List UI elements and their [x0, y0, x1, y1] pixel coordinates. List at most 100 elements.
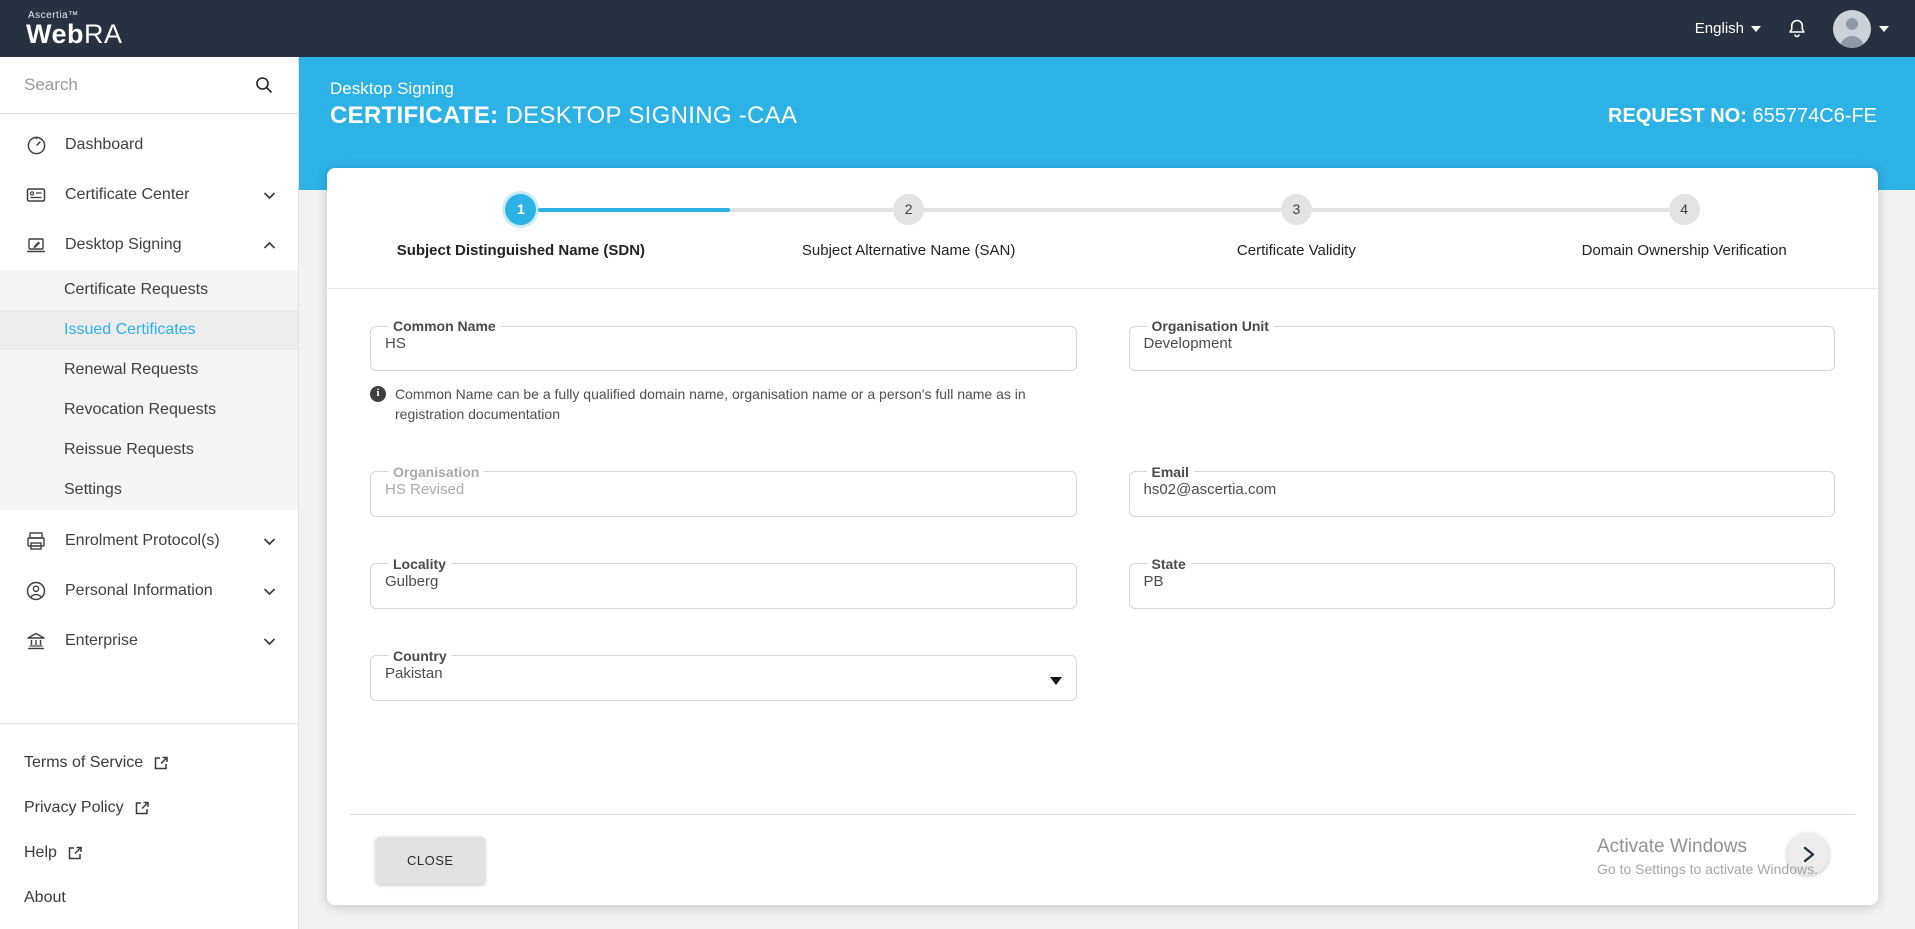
sidebar-item-label: Enterprise	[65, 632, 138, 649]
notifications-button[interactable]	[1785, 17, 1809, 41]
user-icon	[1840, 17, 1864, 48]
sidebar-item-desktop-signing[interactable]: Desktop Signing	[0, 220, 298, 270]
submenu-item-certificate-requests[interactable]: Certificate Requests	[0, 270, 298, 310]
chevron-down-icon	[263, 637, 276, 646]
link-privacy-policy[interactable]: Privacy Policy	[0, 785, 298, 830]
chevron-down-icon	[263, 587, 276, 596]
external-link-icon	[154, 756, 168, 769]
submenu-item-reissue-requests[interactable]: Reissue Requests	[0, 430, 298, 470]
page-title: CERTIFICATE: DESKTOP SIGNING -CAA	[330, 102, 798, 129]
sidebar-item-enrolment-protocols[interactable]: Enrolment Protocol(s)	[0, 516, 298, 566]
state-input[interactable]	[1143, 570, 1820, 590]
step-number: 3	[1280, 194, 1312, 225]
chevron-down-icon	[1751, 25, 1761, 32]
user-menu[interactable]	[1833, 9, 1889, 48]
sidebar-footer: Terms of Service Privacy Policy Help Abo…	[0, 723, 298, 920]
chevron-down-icon	[263, 191, 276, 200]
desktop-signing-icon	[24, 234, 48, 256]
field-label: Common Name	[393, 318, 496, 334]
email-field: Email	[1128, 463, 1835, 517]
language-selector[interactable]: English	[1695, 20, 1761, 37]
brand-name: WebRA	[26, 19, 123, 49]
field-label: Country	[393, 647, 447, 664]
external-link-icon	[68, 846, 82, 859]
step-number: 1	[505, 194, 537, 225]
field-label: Organisation Unit	[1151, 318, 1269, 334]
country-select[interactable]	[385, 662, 1062, 682]
external-link-icon	[135, 801, 149, 814]
main-content: Desktop Signing CERTIFICATE: DESKTOP SIG…	[299, 57, 1915, 929]
sidebar-item-label: Enrolment Protocol(s)	[65, 532, 220, 549]
brand-company: Ascertia™	[28, 10, 79, 21]
step-certificate-validity[interactable]: 3 Certificate Validity	[1103, 168, 1491, 259]
sidebar-item-dashboard[interactable]: Dashboard	[0, 120, 298, 170]
submenu-item-issued-certificates[interactable]: Issued Certificates	[0, 310, 298, 350]
sidebar-item-label: Desktop Signing	[65, 236, 182, 253]
wizard-stepper: 1 Subject Distinguished Name (SDN) 2 Sub…	[327, 168, 1878, 289]
certificate-icon	[24, 184, 48, 206]
step-domain-ownership[interactable]: 4 Domain Ownership Verification	[1490, 168, 1878, 259]
organisation-unit-field: Organisation Unit	[1128, 318, 1835, 371]
common-name-input[interactable]	[385, 333, 1062, 352]
chevron-up-icon	[263, 241, 276, 250]
state-field: State	[1128, 555, 1835, 609]
chevron-right-icon	[1803, 846, 1814, 862]
desktop-signing-submenu: Certificate Requests Issued Certificates…	[0, 270, 298, 510]
wizard-card: 1 Subject Distinguished Name (SDN) 2 Sub…	[327, 168, 1878, 905]
person-icon	[24, 580, 48, 602]
submenu-item-revocation-requests[interactable]: Revocation Requests	[0, 390, 298, 430]
sdn-form: Common Name i Common Name can be a fully…	[327, 289, 1878, 741]
organisation-field: Organisation	[370, 463, 1077, 517]
sidebar-item-label: Certificate Center	[65, 186, 190, 203]
bell-icon	[1789, 19, 1805, 37]
field-label: Organisation	[393, 463, 480, 480]
wizard-footer: CLOSE	[350, 814, 1855, 905]
close-button[interactable]: CLOSE	[376, 837, 485, 884]
sidebar-item-enterprise[interactable]: Enterprise	[0, 616, 298, 666]
search-icon[interactable]	[254, 75, 274, 95]
link-about[interactable]: About	[0, 875, 298, 920]
step-san[interactable]: 2 Subject Alternative Name (SAN)	[715, 168, 1103, 259]
sidebar-item-label: Dashboard	[65, 136, 144, 153]
submenu-item-renewal-requests[interactable]: Renewal Requests	[0, 350, 298, 390]
enterprise-icon	[24, 630, 48, 652]
next-button[interactable]	[1787, 833, 1829, 875]
info-icon: i	[370, 386, 386, 402]
sidebar-item-personal-information[interactable]: Personal Information	[0, 566, 298, 616]
sidebar-search	[0, 57, 298, 114]
enrolment-protocol-icon	[24, 530, 48, 552]
step-number: 4	[1668, 194, 1700, 225]
link-terms-of-service[interactable]: Terms of Service	[0, 740, 298, 785]
email-input[interactable]	[1143, 478, 1820, 498]
field-label: Email	[1151, 463, 1189, 480]
step-label: Domain Ownership Verification	[1581, 242, 1787, 259]
app-logo: Ascertia™ WebRA	[26, 11, 123, 48]
link-help[interactable]: Help	[0, 830, 298, 875]
country-field: Country	[370, 647, 1077, 701]
request-number: REQUEST NO: 655774C6-FE	[1608, 105, 1877, 127]
dropdown-arrow-icon[interactable]	[1049, 676, 1062, 685]
submenu-item-settings[interactable]: Settings	[0, 470, 298, 510]
field-label: Locality	[393, 555, 446, 572]
step-label: Certificate Validity	[1236, 242, 1356, 259]
breadcrumb: Desktop Signing	[330, 79, 454, 98]
organisation-input	[385, 478, 1062, 498]
step-sdn[interactable]: 1 Subject Distinguished Name (SDN)	[327, 168, 715, 259]
locality-input[interactable]	[385, 570, 1062, 590]
step-label: Subject Alternative Name (SAN)	[801, 242, 1016, 259]
search-input[interactable]	[24, 75, 254, 95]
sidebar-item-label: Personal Information	[65, 582, 213, 599]
field-label: State	[1151, 555, 1186, 572]
top-bar: Ascertia™ WebRA English	[0, 0, 1915, 57]
sidebar-item-certificate-center[interactable]: Certificate Center	[0, 170, 298, 220]
language-label: English	[1694, 20, 1744, 37]
common-name-hint: i Common Name can be a fully qualified d…	[370, 384, 1034, 425]
step-number: 2	[893, 194, 925, 225]
chevron-down-icon	[1879, 25, 1889, 32]
avatar	[1833, 9, 1871, 48]
sidebar: Dashboard Certificate Center Desktop Sig…	[0, 57, 299, 929]
locality-field: Locality	[370, 555, 1077, 609]
dashboard-icon	[24, 135, 48, 156]
step-label: Subject Distinguished Name (SDN)	[396, 242, 646, 259]
organisation-unit-input[interactable]	[1143, 333, 1820, 352]
